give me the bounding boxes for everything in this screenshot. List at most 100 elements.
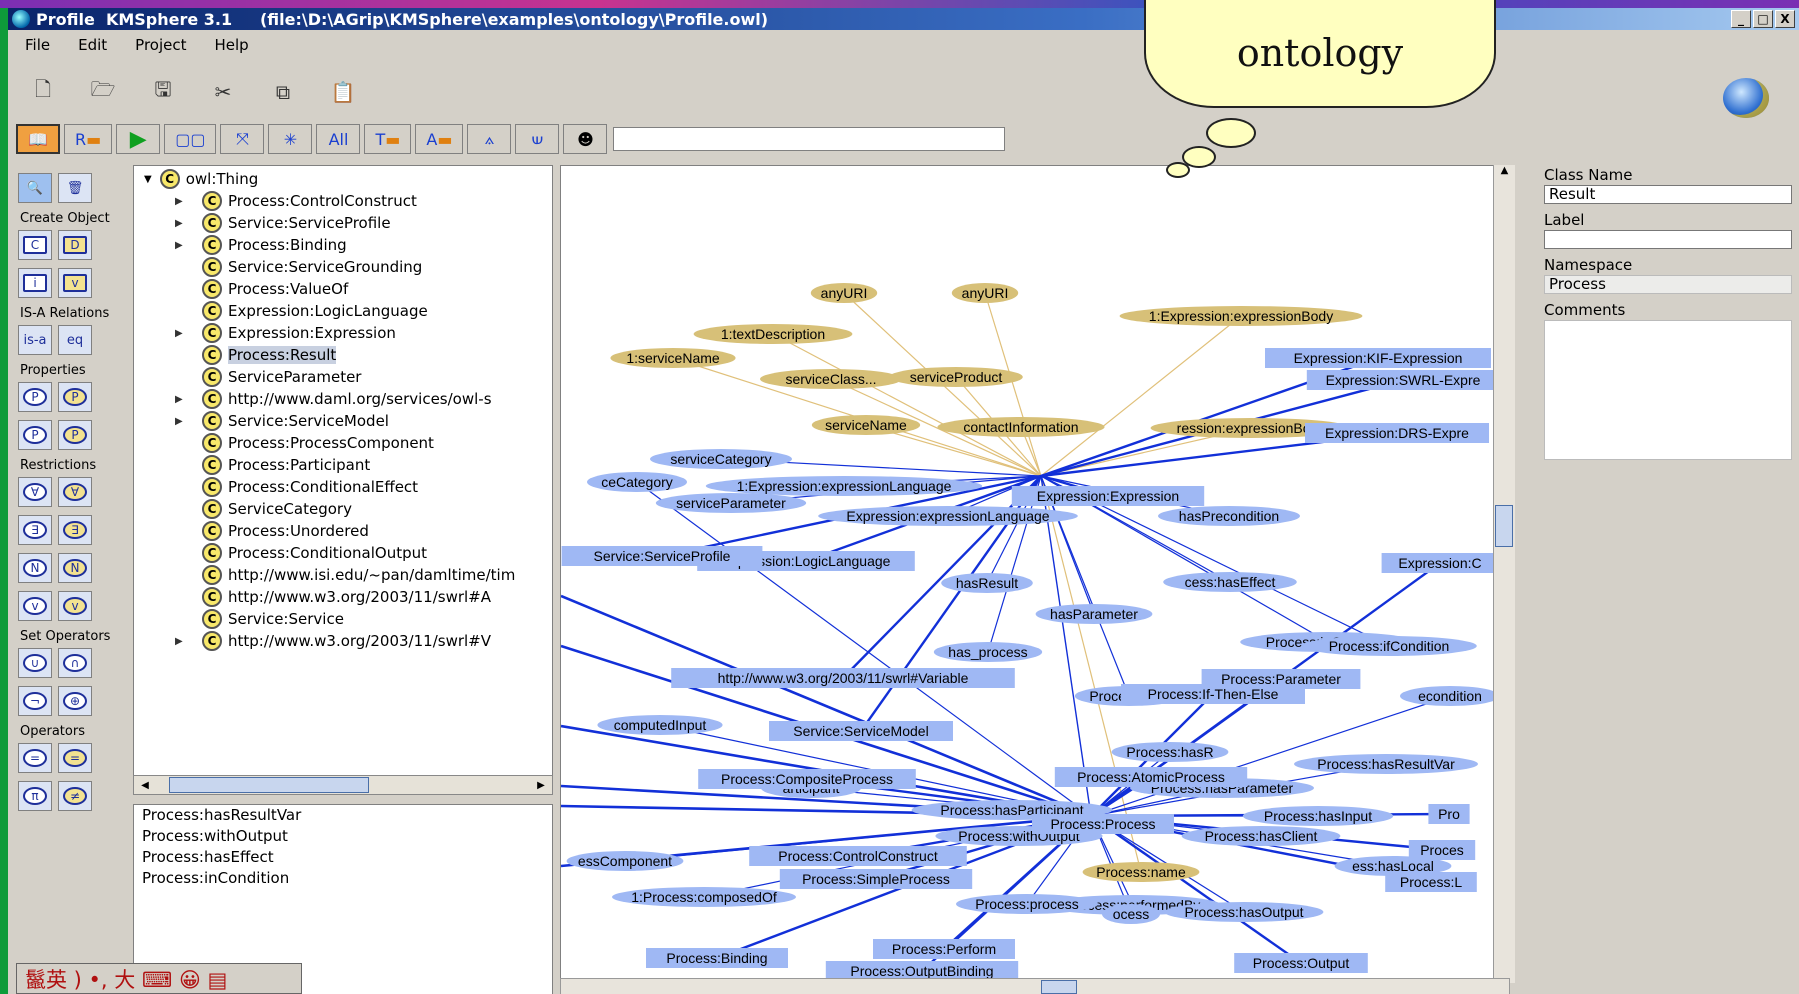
class-node[interactable]: Process:AtomicProcess <box>1054 767 1248 787</box>
cut-icon[interactable]: ✂ <box>210 80 236 104</box>
class-node[interactable]: Process:CompositeProcess <box>698 769 916 789</box>
graph-vertical-scrollbar[interactable]: ▲ <box>1493 165 1515 983</box>
property-node[interactable]: Expression:expressionLanguage <box>818 506 1078 526</box>
tree-item[interactable]: C Process:ConditionalEffect <box>202 476 418 498</box>
close-button[interactable]: X <box>1775 10 1795 28</box>
object-property-alt-button[interactable]: P <box>18 420 52 450</box>
value-button[interactable]: v <box>18 591 52 621</box>
scroll-right-arrow-icon[interactable]: ▶ <box>530 776 552 794</box>
class-node[interactable]: Process:Output <box>1234 953 1368 973</box>
class-node[interactable]: Expression:KIF-Expression <box>1265 348 1491 368</box>
class-node[interactable]: Pro <box>1428 804 1470 824</box>
union-button[interactable]: ∪ <box>18 648 52 678</box>
class-node[interactable]: Process:SimpleProcess <box>779 869 973 889</box>
open-folder-icon[interactable]: 🗁 <box>90 77 116 104</box>
class-node[interactable]: Expression:Expression <box>1011 486 1205 506</box>
comments-field[interactable] <box>1544 320 1792 460</box>
copy-icon[interactable]: ⧉ <box>270 80 296 104</box>
literal-node[interactable]: anyURI <box>951 283 1019 303</box>
tree-item[interactable]: Chttp://www.isi.edu/~pan/damltime/tim <box>202 564 515 586</box>
isa-button[interactable]: is-a <box>18 325 52 355</box>
datatype-property-button[interactable]: P <box>58 382 92 412</box>
tree-root[interactable]: ▼ Cowl:Thing <box>144 168 258 190</box>
class-node[interactable]: Proces <box>1408 840 1476 860</box>
play-button[interactable]: ▶ <box>116 124 161 154</box>
not-equal-button[interactable]: ≠ <box>58 781 92 811</box>
class-node[interactable]: Expression:SWRL-Expre <box>1306 370 1500 390</box>
create-value-button[interactable]: v <box>58 268 92 298</box>
property-node[interactable]: ocess <box>1102 904 1160 924</box>
tree-item[interactable]: C Service:Service <box>202 608 344 630</box>
new-file-icon[interactable]: 🗋 <box>30 77 56 104</box>
expand-icon[interactable]: ▶ <box>175 636 183 647</box>
literal-node[interactable]: anyURI <box>810 283 878 303</box>
tree-item[interactable]: C Service:ServiceGrounding <box>202 256 422 278</box>
tree-item[interactable]: C Process:ValueOf <box>202 278 348 300</box>
search-input[interactable] <box>613 127 1006 151</box>
property-node[interactable]: computedInput <box>597 715 723 735</box>
a-button[interactable]: A ▬ <box>415 124 464 154</box>
one-of-button[interactable]: ⊕ <box>58 686 92 716</box>
tree-item[interactable]: C Expression:LogicLanguage <box>202 300 428 322</box>
property-node[interactable]: Process:ifCondition <box>1301 636 1477 656</box>
tree-item[interactable]: ▶ C Process:ControlConstruct <box>175 190 417 212</box>
hierarchy-icon[interactable]: ⟑ <box>467 124 512 154</box>
tree-item[interactable]: C Process:ProcessComponent <box>202 432 434 454</box>
property-node[interactable]: serviceCategory <box>650 449 792 469</box>
expand-icon[interactable]: ▶ <box>175 416 183 427</box>
class-node[interactable]: Process:Parameter <box>1201 669 1361 689</box>
property-node[interactable]: 1:Process:composedOf <box>612 887 796 907</box>
class-node[interactable]: Process:L <box>1385 872 1477 892</box>
pi-button[interactable]: π <box>18 781 52 811</box>
expand-icon[interactable]: ▶ <box>175 328 183 339</box>
hierarchy-alt-icon[interactable]: ⟒ <box>515 124 560 154</box>
scroll-up-arrow-icon[interactable]: ▲ <box>1494 165 1515 181</box>
forall-data-button[interactable]: ∀ <box>58 477 92 507</box>
property-node[interactable]: 1:Expression:expressionLanguage <box>705 476 983 496</box>
class-node[interactable]: Process:ControlConstruct <box>749 846 967 866</box>
tree-scroll-thumb[interactable] <box>169 777 369 793</box>
property-node[interactable]: Process:process <box>956 894 1098 914</box>
graph-horizontal-scrollbar[interactable] <box>560 978 1510 994</box>
literal-node[interactable]: serviceProduct <box>889 367 1023 387</box>
class-node[interactable]: Expression:DRS-Expre <box>1305 423 1489 443</box>
create-class-button[interactable]: C <box>18 230 52 260</box>
property-node[interactable]: serviceParameter <box>655 493 807 513</box>
r-button[interactable]: R ▬ <box>64 124 113 154</box>
save-icon[interactable]: 🖫 <box>150 77 176 104</box>
property-node[interactable]: hasResult <box>941 573 1033 593</box>
ime-toolbar[interactable]: 鬣英 ) •, 大 ⌨ 😀 ▤ <box>16 963 302 994</box>
menu-file[interactable]: File <box>25 36 50 54</box>
literal-node[interactable]: serviceName <box>811 415 921 435</box>
forall-button[interactable]: ∀ <box>18 477 52 507</box>
book-view-button[interactable]: 📖 <box>16 124 60 154</box>
tree-item[interactable]: ▶ Chttp://www.w3.org/2003/11/swrl#V <box>175 630 491 652</box>
expand-all-icon[interactable]: ✳ <box>268 124 313 154</box>
object-property-button[interactable]: P <box>18 382 52 412</box>
class-name-field[interactable]: Result <box>1544 185 1792 204</box>
all-button[interactable]: All <box>316 124 361 154</box>
list-item[interactable]: Process:hasResultVar <box>142 805 552 826</box>
class-node[interactable]: Process:Process <box>1032 814 1174 834</box>
menu-help[interactable]: Help <box>215 36 249 54</box>
property-node[interactable]: hasPrecondition <box>1158 506 1300 526</box>
fit-icon[interactable]: ⤧ <box>220 124 265 154</box>
equal-button[interactable]: = <box>18 743 52 773</box>
tree-item[interactable]: ▶ C Service:ServiceModel <box>175 410 389 432</box>
graph-vscroll-thumb[interactable] <box>1495 505 1513 547</box>
literal-node[interactable]: serviceClass... <box>760 369 902 389</box>
paste-icon[interactable]: 📋 <box>330 80 356 104</box>
property-node[interactable]: essComponent <box>566 851 684 871</box>
scroll-left-arrow-icon[interactable]: ◀ <box>134 776 156 794</box>
expand-icon[interactable]: ▶ <box>175 240 183 251</box>
tree-item[interactable]: ▶ C Expression:Expression <box>175 322 396 344</box>
tree-item[interactable]: ▶ C Process:Binding <box>175 234 347 256</box>
tree-horizontal-scrollbar[interactable]: ◀ ▶ <box>133 775 553 795</box>
intersection-button[interactable]: ∩ <box>58 648 92 678</box>
expand-icon[interactable]: ▶ <box>175 394 183 405</box>
datatype-property-alt-button[interactable]: P <box>58 420 92 450</box>
maximize-button[interactable]: □ <box>1753 10 1773 28</box>
tree-item[interactable]: C Process:ConditionalOutput <box>202 542 427 564</box>
list-item[interactable]: Process:hasEffect <box>142 847 552 868</box>
menu-project[interactable]: Project <box>135 36 186 54</box>
